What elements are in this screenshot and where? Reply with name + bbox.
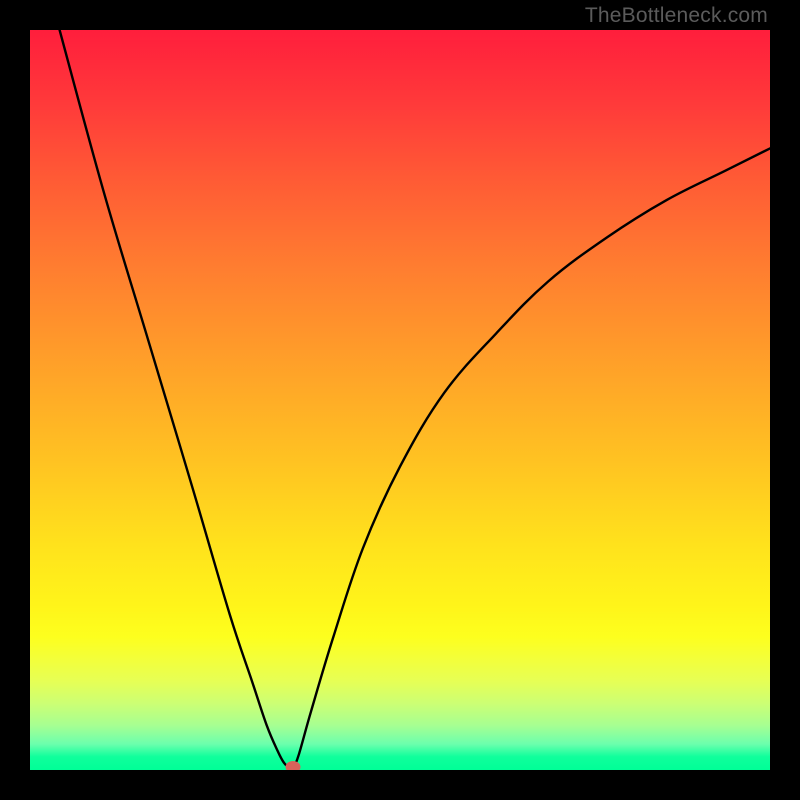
- bottleneck-curve: [30, 30, 770, 770]
- watermark-text: TheBottleneck.com: [585, 4, 768, 28]
- minimum-marker-dot: [285, 761, 300, 770]
- curve-left-branch: [60, 30, 293, 770]
- plot-area: [30, 30, 770, 770]
- curve-right-branch: [293, 148, 770, 770]
- chart-frame: TheBottleneck.com: [0, 0, 800, 800]
